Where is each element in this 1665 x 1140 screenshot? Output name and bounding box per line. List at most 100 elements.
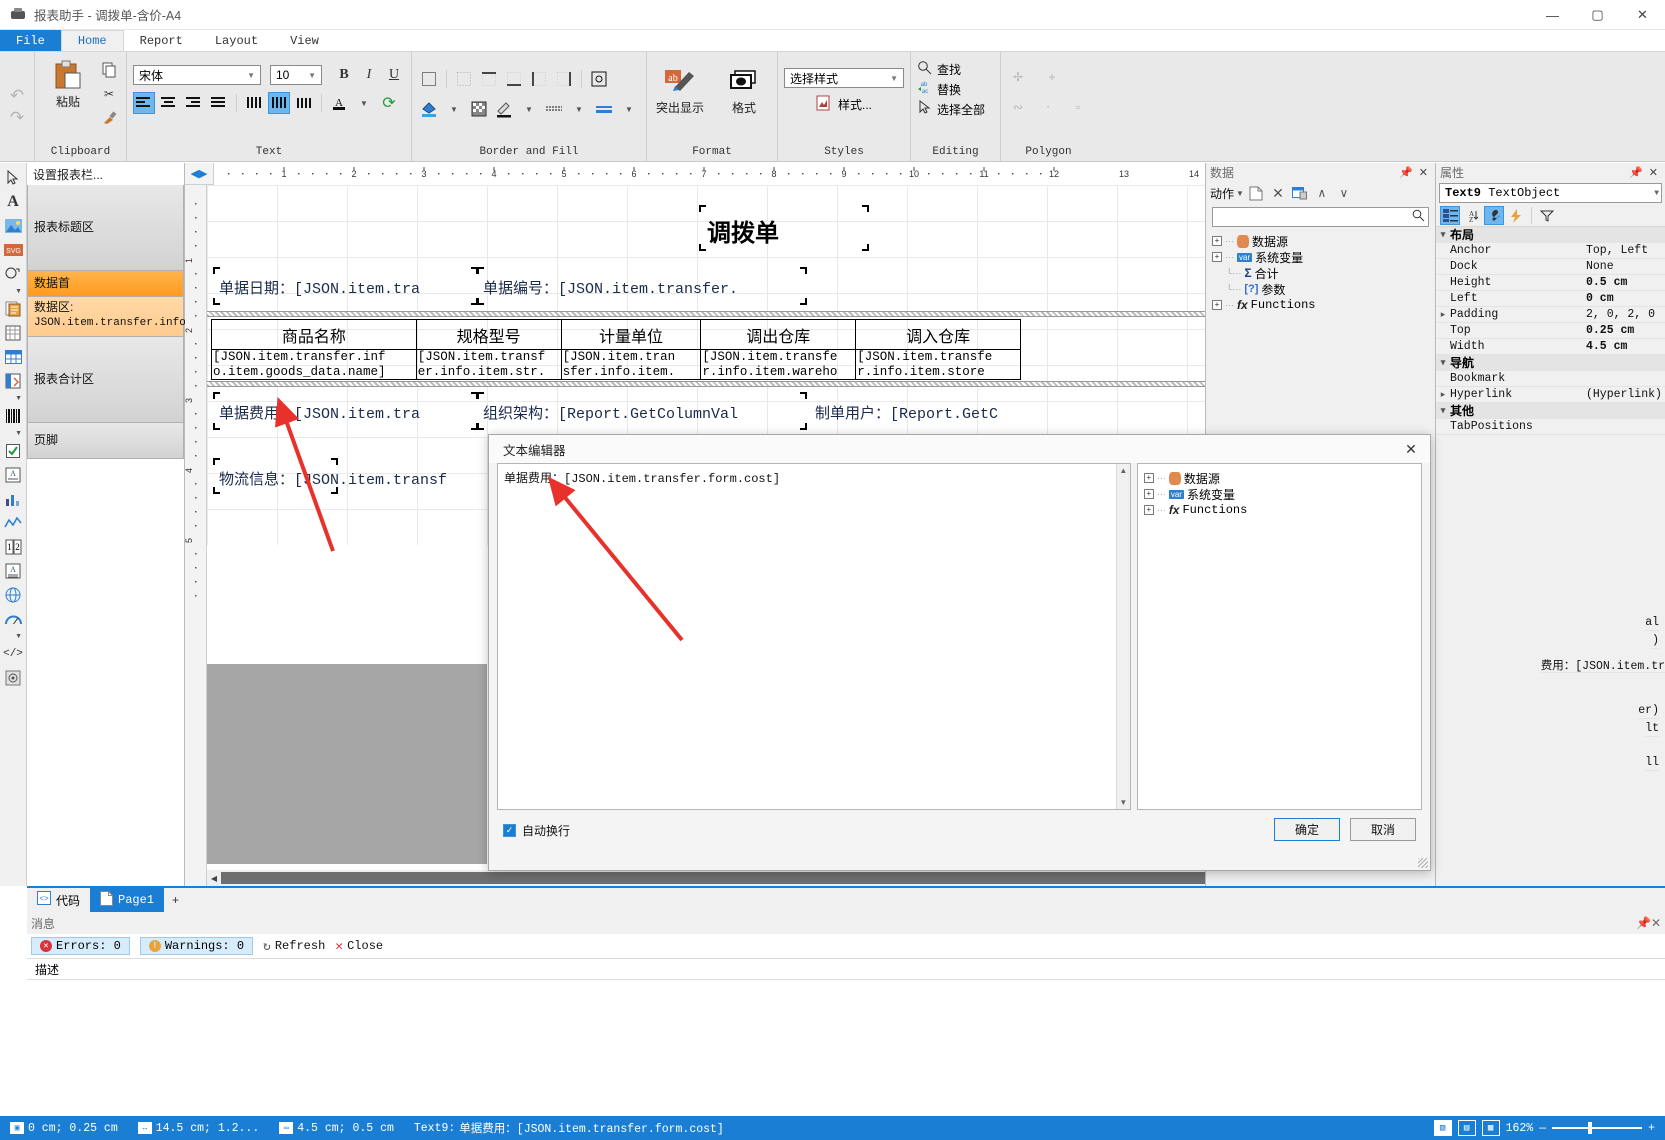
categorized-icon[interactable] [1440, 206, 1460, 225]
richtext-icon[interactable] [3, 298, 24, 319]
cut-icon[interactable]: ✂ [98, 83, 120, 105]
border-settings-gear-icon[interactable] [588, 68, 610, 90]
word-wrap-checkbox[interactable]: ✓ 自动换行 [503, 822, 570, 839]
errors-filter-button[interactable]: ✕ Errors: 0 [31, 937, 130, 955]
tree-node-total[interactable]: └··· Σ 合计 [1212, 265, 1429, 281]
chevron-right-icon[interactable]: ▸ [1436, 309, 1450, 320]
line-style-dropdown-icon[interactable]: ▼ [568, 98, 590, 120]
line-width-icon[interactable] [593, 98, 615, 120]
close-icon[interactable]: ✕ [1646, 166, 1661, 179]
pin-icon[interactable]: 📌 [1396, 166, 1416, 179]
field-creator[interactable]: 制单用户：[Report.GetC [815, 402, 998, 423]
pin-icon[interactable]: 📌 [1626, 166, 1646, 179]
move-points-icon[interactable]: ✢ [1007, 66, 1029, 88]
ok-button[interactable]: 确定 [1274, 818, 1340, 841]
property-row-height[interactable]: Height 0.5 cm [1436, 275, 1665, 291]
chevron-down-icon[interactable]: ▼ [1654, 189, 1659, 198]
align-bottom-button[interactable] [293, 92, 315, 114]
gauge-icon[interactable] [3, 608, 24, 629]
tab-page1[interactable]: Page1 [90, 888, 165, 912]
property-category-layout[interactable]: ▾ 布局 [1436, 227, 1665, 243]
band-page-footer[interactable]: 页脚 [27, 423, 184, 459]
table-header-cell[interactable]: 计量单位 [560, 319, 702, 350]
editor-vertical-scrollbar[interactable]: ▲ ▼ [1115, 464, 1130, 809]
image-icon[interactable] [3, 215, 24, 236]
property-row-dock[interactable]: Dock None [1436, 259, 1665, 275]
html-icon[interactable]: </> [3, 643, 24, 664]
map-icon[interactable] [3, 584, 24, 605]
property-row-bookmark[interactable]: Bookmark [1436, 371, 1665, 387]
border-right-icon[interactable] [553, 68, 575, 90]
set-bands-button[interactable]: 设置报表栏... [27, 163, 184, 185]
preview-view-icon[interactable]: ▤ [1457, 1120, 1476, 1136]
replace-button[interactable]: 替换 [937, 81, 961, 98]
shape-icon[interactable] [3, 263, 24, 284]
border-top-icon[interactable] [478, 68, 500, 90]
border-all-icon[interactable] [418, 68, 440, 90]
code-view-icon[interactable]: ▦ [1481, 1120, 1500, 1136]
tab-file[interactable]: File [0, 30, 61, 51]
cancel-button[interactable]: 取消 [1350, 818, 1416, 841]
italic-button[interactable]: I [358, 64, 380, 86]
line-style-icon[interactable] [543, 98, 565, 120]
band-data-header[interactable]: 数据首 [27, 271, 184, 297]
band-report-summary[interactable]: 报表合计区 [27, 337, 184, 423]
dialog-tree-node-datasource[interactable]: + ··· 数据源 [1143, 470, 1415, 486]
highlight-button[interactable]: ab 突出显示 [653, 64, 707, 116]
reset-style-icon[interactable]: ⟳ [378, 92, 400, 114]
redo-icon[interactable]: ↷ [6, 107, 28, 129]
text-icon[interactable]: A [3, 191, 24, 212]
action-menu-button[interactable]: 动作 [1210, 185, 1234, 202]
report-table[interactable]: 商品名称 规格型号 计量单位 调出仓库 调入仓库 [JSON.item.tran… [211, 319, 1021, 380]
properties-icon[interactable] [1484, 206, 1504, 225]
chevron-right-icon[interactable]: ▸ [1436, 389, 1450, 400]
tree-node-datasource[interactable]: + ··· 数据源 [1212, 233, 1429, 249]
scroll-left-icon[interactable]: ◀ [207, 874, 221, 883]
move-up-icon[interactable]: ∧ [1312, 183, 1332, 203]
align-left-button[interactable] [133, 92, 155, 114]
border-bottom-icon[interactable] [503, 68, 525, 90]
align-center-button[interactable] [158, 92, 180, 114]
property-value[interactable]: 2, 0, 2, 0 [1586, 308, 1665, 321]
property-value[interactable]: None [1586, 260, 1665, 273]
table-data-cell[interactable]: [JSON.item.transfer.inf o.item.goods_dat… [211, 349, 417, 380]
scroll-thumb[interactable] [221, 872, 1205, 884]
sparkline-icon[interactable] [3, 512, 24, 533]
dialog-tree-node-system-variables[interactable]: + ··· var 系统变量 [1143, 486, 1415, 502]
delete-point-icon[interactable]: ▫ [1067, 96, 1089, 118]
font-name-combo[interactable]: 宋体 ▼ [133, 65, 261, 85]
property-row-left[interactable]: Left 0 cm [1436, 291, 1665, 307]
find-button[interactable]: 查找 [937, 61, 961, 78]
expand-icon[interactable]: + [1143, 505, 1154, 515]
pin-icon[interactable]: 📌 [1636, 916, 1651, 930]
expand-icon[interactable]: + [1143, 489, 1154, 499]
close-icon[interactable]: ✕ [1416, 166, 1431, 179]
object-selector-combo[interactable]: Text9 TextObject ▼ [1439, 183, 1662, 203]
expand-icon[interactable]: + [1212, 300, 1222, 310]
tab-code[interactable]: <> 代码 [27, 888, 90, 912]
checkbox-icon[interactable]: ✓ [503, 824, 516, 837]
refresh-button[interactable]: ↻ Refresh [263, 939, 325, 954]
border-none-icon[interactable] [453, 68, 475, 90]
line-color-dropdown-icon[interactable]: ▼ [518, 98, 540, 120]
chevron-down-icon[interactable]: ▾ [1436, 357, 1450, 368]
zoom-in-button[interactable]: + [1648, 1122, 1655, 1135]
align-right-button[interactable] [183, 92, 205, 114]
expression-editor-text[interactable]: 单据费用：[JSON.item.transfer.form.cost] [498, 464, 1130, 491]
property-value[interactable]: 0.5 cm [1586, 276, 1665, 289]
undo-icon[interactable]: ↶ [6, 85, 28, 107]
warnings-filter-button[interactable]: ! Warnings: 0 [139, 937, 254, 955]
property-category-navigation[interactable]: ▾ 导航 [1436, 355, 1665, 371]
band-report-title[interactable]: 报表标题区 [27, 185, 184, 271]
texture-fill-icon[interactable] [468, 98, 490, 120]
fill-color-icon[interactable] [418, 98, 440, 120]
border-left-icon[interactable] [528, 68, 550, 90]
line-color-icon[interactable] [493, 98, 515, 120]
linear-gauge-icon[interactable]: 12 [3, 536, 24, 557]
bezier-icon[interactable]: ⋅ [1037, 96, 1059, 118]
data-search-input[interactable] [1212, 207, 1429, 227]
copy-icon[interactable] [98, 59, 120, 81]
property-row-tabpositions[interactable]: TabPositions [1436, 419, 1665, 435]
add-page-button[interactable]: + [164, 888, 187, 912]
table-data-cell[interactable]: [JSON.item.tran sfer.info.item. [560, 349, 702, 380]
